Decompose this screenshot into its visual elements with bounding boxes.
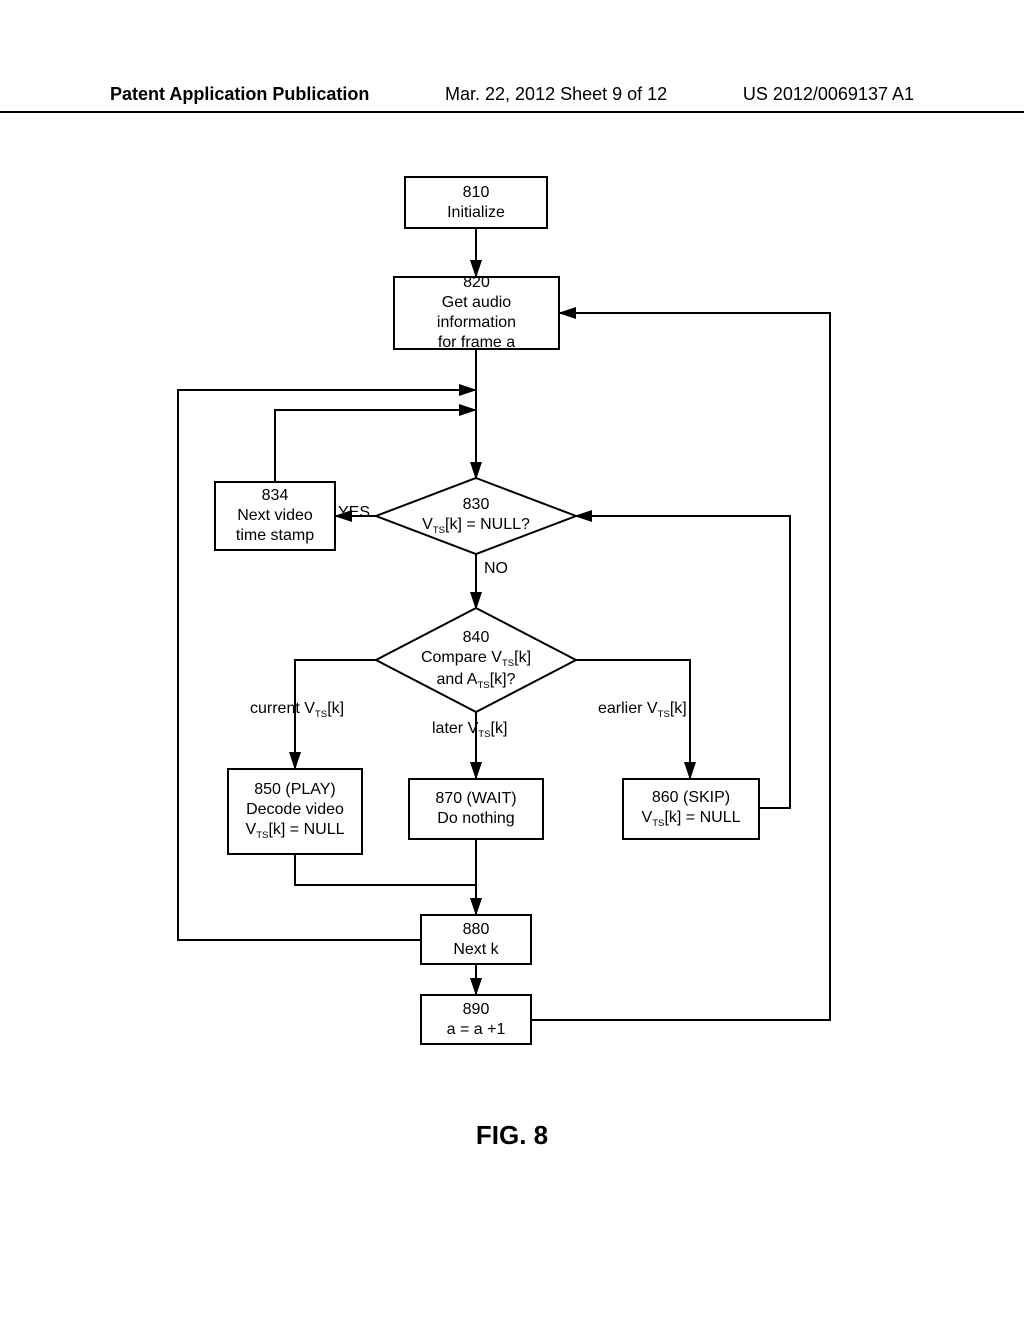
node-num: 850 (PLAY) — [254, 780, 336, 800]
node-810-initialize: 810 Initialize — [404, 176, 548, 229]
node-num: 890 — [463, 1000, 490, 1020]
node-text: Get audio information — [401, 293, 552, 333]
node-text: VTS[k] = NULL — [246, 820, 345, 842]
node-840-diamond: 840 Compare VTS[k] and ATS[k]? — [396, 628, 556, 692]
node-num: 834 — [262, 486, 289, 506]
label-no: NO — [484, 560, 508, 578]
node-850-play: 850 (PLAY) Decode video VTS[k] = NULL — [227, 768, 363, 855]
node-820-get-audio: 820 Get audio information for frame a — [393, 276, 560, 350]
node-num: 820 — [463, 273, 490, 293]
node-text: for frame a — [438, 333, 515, 353]
node-num: 830 — [463, 495, 490, 515]
node-num: 810 — [463, 183, 490, 203]
node-834-next-video-ts: 834 Next video time stamp — [214, 481, 336, 551]
node-text: and ATS[k]? — [437, 670, 516, 692]
node-880-next-k: 880 Next k — [420, 914, 532, 965]
node-text: Do nothing — [437, 809, 514, 829]
node-860-skip: 860 (SKIP) VTS[k] = NULL — [622, 778, 760, 840]
node-text: Next video — [237, 506, 313, 526]
node-num: 860 (SKIP) — [652, 788, 730, 808]
figure-caption: FIG. 8 — [0, 1120, 1024, 1151]
node-text: Initialize — [447, 203, 505, 223]
node-text: VTS[k] = NULL — [642, 808, 741, 830]
node-num: 880 — [463, 920, 490, 940]
label-earlier: earlier VTS[k] — [598, 700, 687, 720]
node-text: a = a +1 — [447, 1020, 506, 1040]
node-text: VTS[k] = NULL? — [422, 515, 530, 537]
node-text: Next k — [453, 940, 498, 960]
label-yes: YES — [338, 504, 370, 522]
node-870-wait: 870 (WAIT) Do nothing — [408, 778, 544, 840]
node-text: time stamp — [236, 526, 314, 546]
node-text: Decode video — [246, 800, 344, 820]
flowchart-canvas: 810 Initialize 820 Get audio information… — [0, 0, 1024, 1320]
node-num: 840 — [463, 628, 490, 648]
node-text: Compare VTS[k] — [421, 648, 531, 670]
label-later: later VTS[k] — [432, 720, 507, 740]
label-current: current VTS[k] — [250, 700, 344, 720]
node-890-increment-a: 890 a = a +1 — [420, 994, 532, 1045]
node-num: 870 (WAIT) — [435, 789, 516, 809]
node-830-diamond: 830 VTS[k] = NULL? — [396, 492, 556, 540]
